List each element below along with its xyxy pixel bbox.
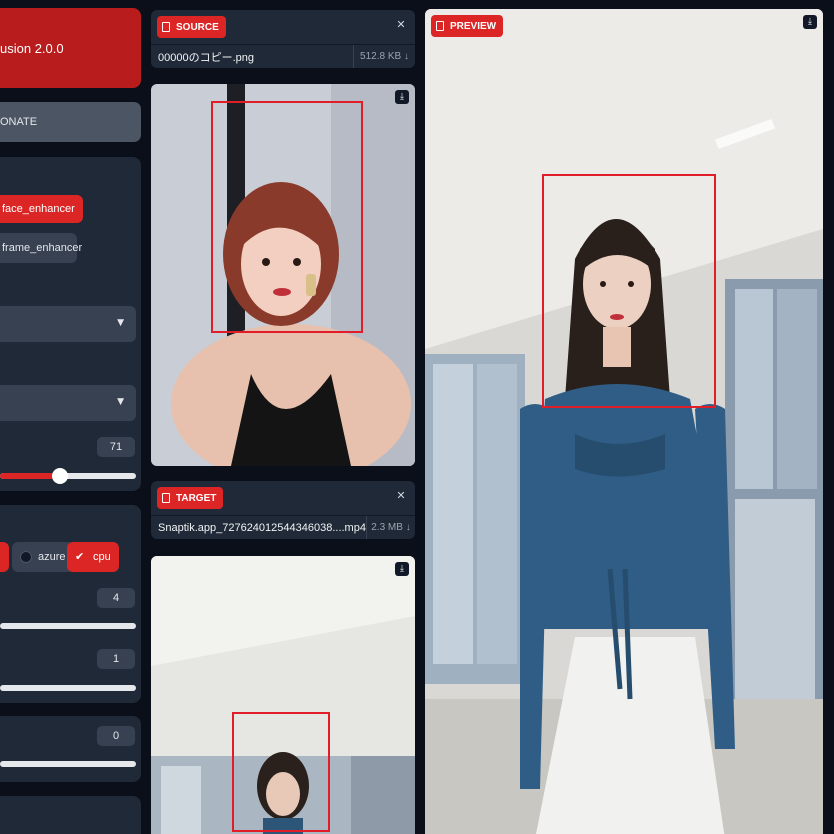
app-root: usion 2.0.0 ONATE face_enhancer frame_en…: [0, 0, 834, 834]
model-dropdown[interactable]: ▼: [0, 306, 136, 342]
source-file-name[interactable]: 00000のコピー.png: [151, 49, 353, 65]
target-badge-label: TARGET: [176, 492, 217, 504]
queue-count-input[interactable]: 1: [97, 649, 135, 669]
chevron-down-icon: ▼: [117, 397, 124, 407]
source-file-row: 00000のコピー.png 512.8 KB ↓: [151, 44, 415, 68]
download-icon[interactable]: ⤓: [803, 15, 817, 29]
settings-column: usion 2.0.0 ONATE face_enhancer frame_en…: [0, 0, 142, 834]
face-detection-box: [232, 712, 330, 832]
target-video[interactable]: ⤓: [151, 556, 415, 834]
preview-badge-label: PREVIEW: [450, 20, 497, 32]
thread-count-slider[interactable]: [0, 623, 136, 629]
target-badge: TARGET: [157, 487, 224, 509]
check-icon: ✔: [75, 551, 85, 563]
preview-frame: [425, 9, 823, 834]
blend-number-input[interactable]: 71: [97, 437, 135, 457]
close-icon[interactable]: ✕: [393, 487, 409, 503]
provider-chip-partial[interactable]: [0, 542, 9, 572]
donate-button[interactable]: ONATE: [0, 102, 141, 142]
blend-slider-track[interactable]: [0, 468, 136, 484]
image-icon: [436, 21, 444, 31]
blend-slider-fill: [0, 473, 60, 479]
type-dropdown[interactable]: ▼: [0, 385, 136, 421]
preview-badge: PREVIEW: [431, 15, 504, 37]
blend-slider-thumb[interactable]: [52, 468, 68, 484]
target-file-row: Snaptik.app_727624012544346038....mp4 2.…: [151, 515, 415, 539]
source-badge: SOURCE: [157, 16, 226, 38]
target-header: TARGET ✕ Snaptik.app_727624012544346038.…: [151, 481, 415, 539]
processor-label: face_enhancer: [2, 203, 75, 215]
memory-slider[interactable]: [0, 761, 136, 767]
file-icon: [162, 22, 170, 32]
processor-label: frame_enhancer: [2, 242, 83, 254]
thread-count-input[interactable]: 4: [97, 588, 135, 608]
queue-count-slider[interactable]: [0, 685, 136, 691]
source-file-size[interactable]: 512.8 KB ↓: [353, 45, 415, 68]
source-image: ⤓: [151, 84, 415, 466]
provider-azure[interactable]: azure: [12, 542, 74, 572]
face-detection-box: [211, 101, 363, 333]
face-detection-box: [542, 174, 716, 408]
target-file-size[interactable]: 2.3 MB ↓: [365, 516, 415, 539]
source-badge-label: SOURCE: [176, 21, 219, 33]
chevron-down-icon: ▼: [117, 318, 124, 328]
provider-cpu[interactable]: ✔ cpu: [67, 542, 119, 572]
file-icon: [162, 493, 170, 503]
processor-face-enhancer[interactable]: face_enhancer: [0, 195, 83, 223]
next-panel: [0, 796, 141, 834]
download-icon[interactable]: ⤓: [395, 562, 409, 576]
download-icon[interactable]: ⤓: [395, 90, 409, 104]
target-file-name[interactable]: Snaptik.app_727624012544346038....mp4: [151, 522, 366, 534]
processor-frame-enhancer[interactable]: frame_enhancer: [0, 233, 82, 263]
checkbox-icon: [20, 551, 32, 563]
provider-label: azure: [38, 551, 66, 563]
provider-label: cpu: [93, 551, 111, 563]
preview-panel: PREVIEW ⤓: [425, 9, 823, 834]
close-icon[interactable]: ✕: [393, 16, 409, 32]
app-title: usion 2.0.0: [0, 40, 64, 56]
memory-number-input[interactable]: 0: [97, 726, 135, 746]
source-header: SOURCE ✕ 00000のコピー.png 512.8 KB ↓: [151, 10, 415, 68]
app-title-banner: usion 2.0.0: [0, 8, 141, 88]
